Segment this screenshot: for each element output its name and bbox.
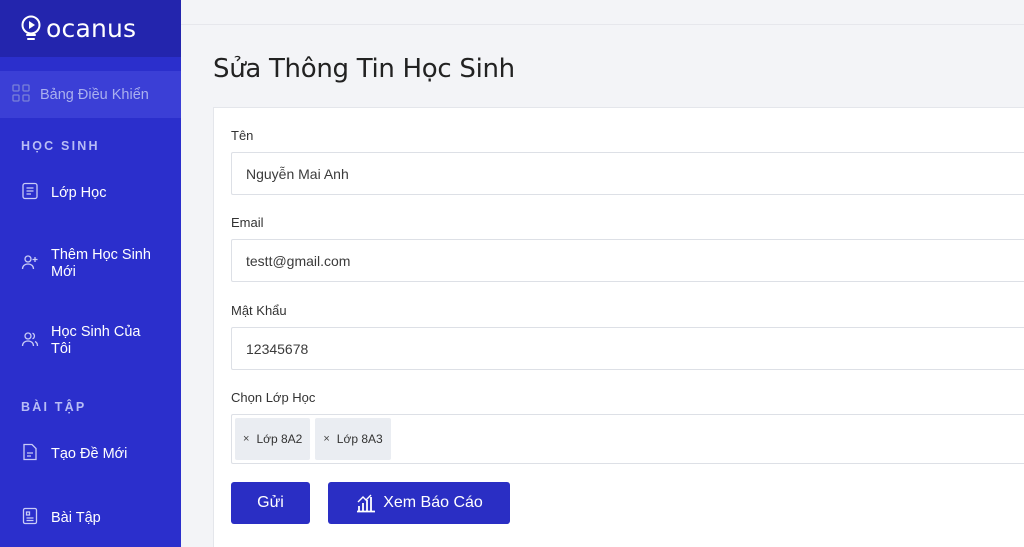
sidebar-item-label: Lớp Học [51, 184, 107, 201]
class-tag: × Lớp 8A3 [315, 418, 391, 460]
view-report-button[interactable]: Xem Báo Cáo [328, 482, 510, 524]
class-tag-label: Lớp 8A2 [256, 432, 303, 446]
email-input[interactable]: testt@gmail.com [231, 239, 1024, 282]
list-icon [21, 182, 39, 204]
class-tag: × Lớp 8A2 [235, 418, 311, 460]
users-icon [21, 330, 39, 352]
logo-bulb-icon [20, 14, 42, 44]
password-input[interactable]: 12345678 [231, 327, 1024, 370]
grid-icon [12, 83, 30, 106]
sidebar-item-label: Tạo Đề Mới [51, 445, 128, 462]
user-add-icon [21, 253, 39, 275]
remove-tag-icon[interactable]: × [323, 433, 329, 445]
sidebar-item-label: Bài Tập [51, 509, 101, 526]
logo[interactable]: ocanus [0, 0, 181, 57]
view-report-button-label: Xem Báo Cáo [383, 494, 483, 511]
section-title-exercises: BÀI TẬP [21, 400, 87, 414]
sidebar-item-label: Học Sinh Của Tôi [51, 324, 141, 357]
logo-text: ocanus [46, 14, 137, 43]
password-label: Mật Khẩu [231, 303, 287, 318]
section-title-students: HỌC SINH [21, 139, 100, 153]
submit-button-label: Gửi [257, 494, 284, 511]
sidebar-item-label: Thêm Học Sinh Mới [51, 247, 151, 280]
submit-button[interactable]: Gửi [231, 482, 310, 524]
remove-tag-icon[interactable]: × [243, 433, 249, 445]
top-bar [181, 0, 1024, 25]
class-tag-label: Lớp 8A3 [336, 432, 383, 446]
bar-chart-icon [355, 493, 377, 513]
email-label: Email [231, 215, 264, 230]
email-value: testt@gmail.com [246, 252, 351, 269]
file-edit-icon [21, 443, 39, 465]
sidebar: ocanus Bảng Điều Khiển HỌC SINH Lớp Học … [0, 0, 181, 547]
sidebar-item-exercises[interactable]: Bài Tập [0, 507, 181, 529]
sidebar-item-add-student[interactable]: Thêm Học Sinh Mới [0, 246, 181, 282]
class-multiselect[interactable]: × Lớp 8A2 × Lớp 8A3 [231, 414, 1024, 464]
file-list-icon [21, 507, 39, 529]
student-form-card: Tên Nguyễn Mai Anh Email testt@gmail.com… [213, 107, 1024, 547]
sidebar-item-create-test[interactable]: Tạo Đề Mới [0, 443, 181, 465]
sidebar-item-dashboard[interactable]: Bảng Điều Khiển [0, 71, 181, 118]
name-value: Nguyễn Mai Anh [246, 165, 349, 182]
page-title: Sửa Thông Tin Học Sinh [213, 54, 515, 84]
name-label: Tên [231, 128, 254, 143]
sidebar-item-classes[interactable]: Lớp Học [0, 182, 181, 204]
class-select-label: Chọn Lớp Học [231, 390, 316, 405]
password-value: 12345678 [246, 340, 309, 357]
sidebar-item-my-students[interactable]: Học Sinh Của Tôi [0, 323, 181, 359]
name-input[interactable]: Nguyễn Mai Anh [231, 152, 1024, 195]
sidebar-item-label: Bảng Điều Khiển [40, 86, 149, 103]
